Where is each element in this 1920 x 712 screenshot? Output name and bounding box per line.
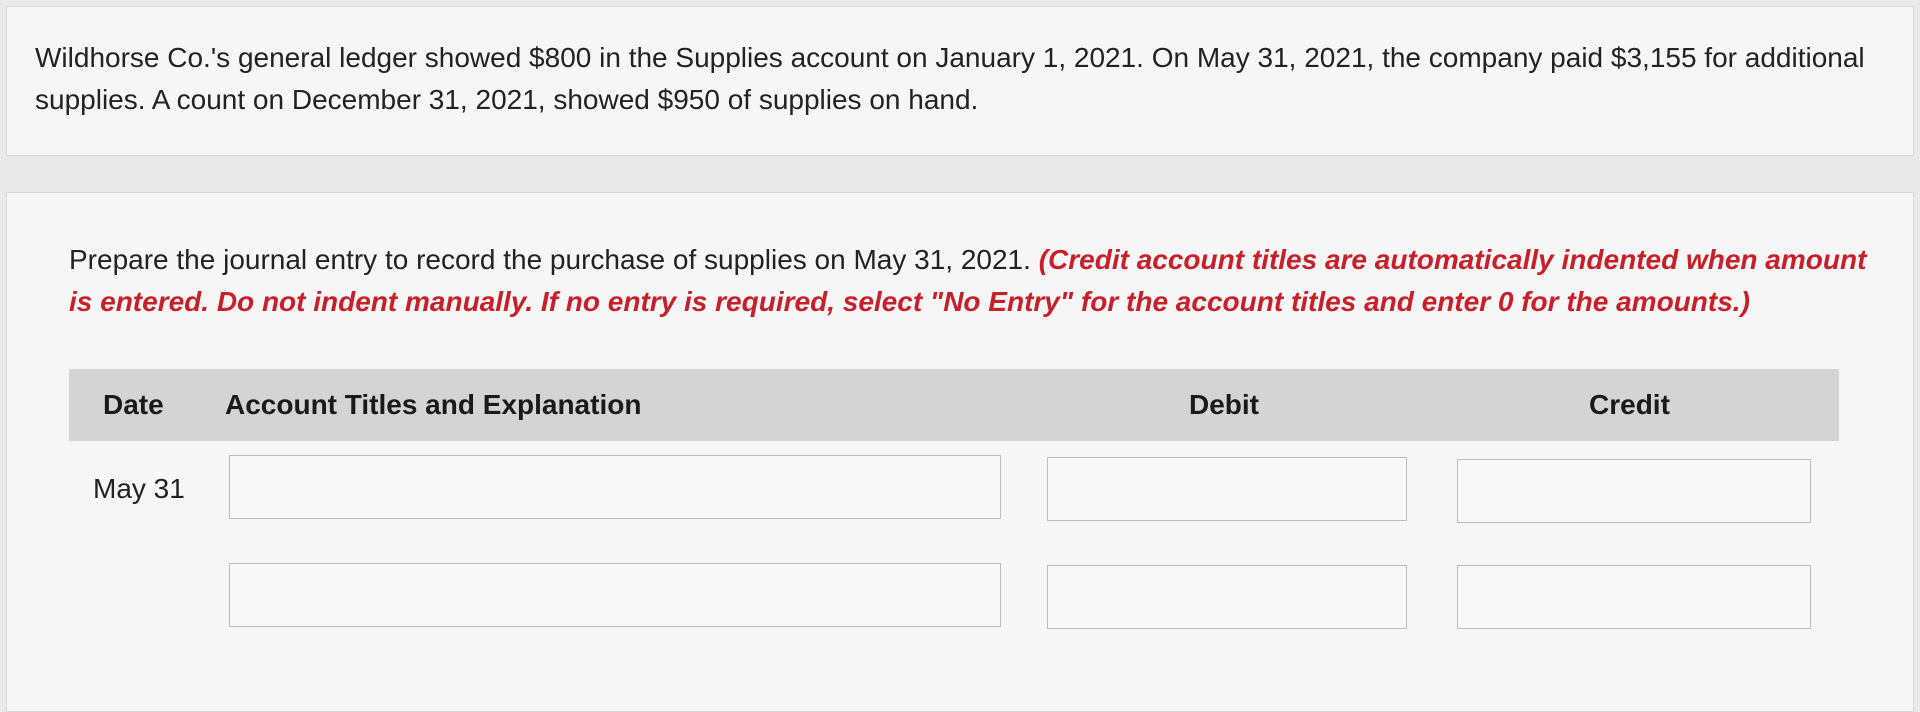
header-date: Date xyxy=(103,389,164,420)
header-account-titles: Account Titles and Explanation xyxy=(225,389,642,420)
row-1-account-input[interactable] xyxy=(229,455,1001,519)
row-2-credit-input[interactable] xyxy=(1457,565,1811,629)
row-1-date: May 31 xyxy=(93,473,185,504)
row-1-credit-input[interactable] xyxy=(1457,459,1811,523)
header-credit: Credit xyxy=(1589,389,1670,420)
row-2-debit-input[interactable] xyxy=(1047,565,1407,629)
problem-panel: Wildhorse Co.'s general ledger showed $8… xyxy=(6,6,1914,156)
journal-table-header: Date Account Titles and Explanation Debi… xyxy=(69,369,1839,441)
header-debit: Debit xyxy=(1189,389,1259,420)
row-1-debit-input[interactable] xyxy=(1047,457,1407,521)
instruction-text: Prepare the journal entry to record the … xyxy=(69,239,1869,323)
journal-entry-panel: Prepare the journal entry to record the … xyxy=(6,192,1914,712)
row-2-account-input[interactable] xyxy=(229,563,1001,627)
problem-statement: Wildhorse Co.'s general ledger showed $8… xyxy=(35,42,1865,115)
instruction-main: Prepare the journal entry to record the … xyxy=(69,244,1031,275)
